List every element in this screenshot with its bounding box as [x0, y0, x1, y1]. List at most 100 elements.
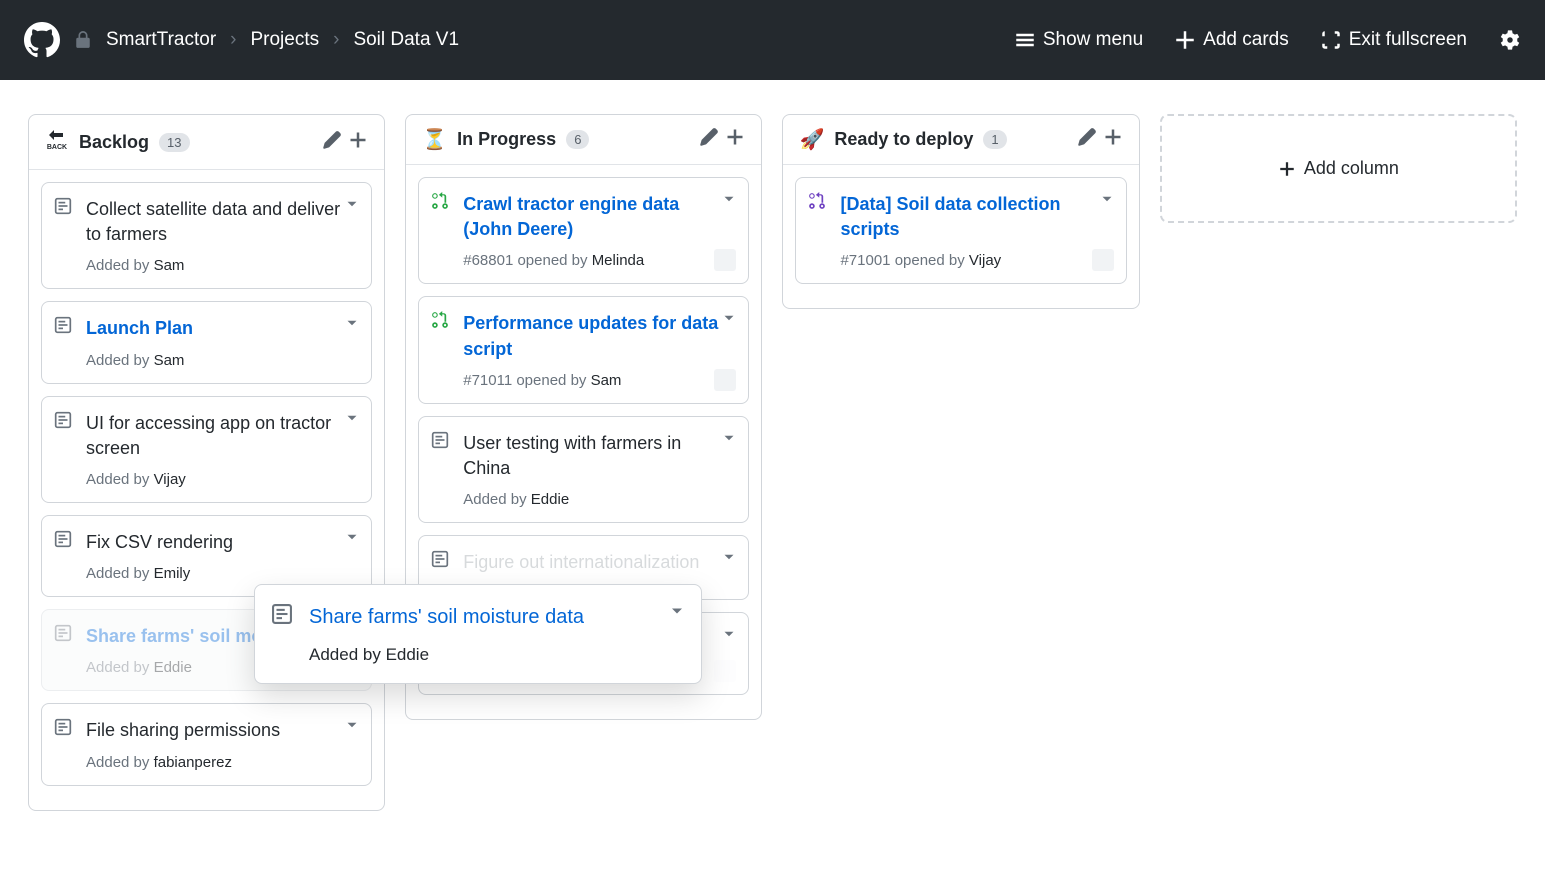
- column-title: In Progress 6: [457, 129, 689, 150]
- card-title: Launch Plan: [86, 316, 355, 341]
- card[interactable]: UI for accessing app on tractor screen A…: [41, 396, 372, 503]
- card-meta: Added by Vijay: [86, 471, 355, 488]
- card-meta: Added by Eddie: [463, 491, 732, 508]
- card-meta: #71011 opened by Sam: [463, 372, 732, 389]
- chevron-down-icon[interactable]: [343, 409, 361, 432]
- header-right: Show menu Add cards Exit fullscreen: [1015, 29, 1521, 51]
- column-body: Collect satellite data and deliver to fa…: [29, 170, 384, 810]
- chevron-down-icon[interactable]: [720, 625, 738, 648]
- breadcrumb-project-name[interactable]: Soil Data V1: [353, 29, 459, 51]
- card-meta: Added by Eddie: [309, 645, 683, 665]
- edit-column-button[interactable]: [699, 127, 719, 152]
- add-card-button[interactable]: [348, 130, 368, 155]
- chevron-down-icon[interactable]: [343, 314, 361, 337]
- column-body: [Data] Soil data collection scripts #710…: [783, 165, 1138, 308]
- card-title: UI for accessing app on tractor screen: [86, 411, 355, 461]
- card[interactable]: [Data] Soil data collection scripts #710…: [795, 177, 1126, 284]
- add-cards-button[interactable]: Add cards: [1175, 29, 1289, 51]
- svg-text:BACK: BACK: [47, 144, 67, 151]
- column-header: ⏳ In Progress 6: [406, 115, 761, 165]
- chevron-down-icon[interactable]: [1098, 190, 1116, 213]
- card-meta: #71001 opened by Vijay: [840, 252, 1109, 269]
- edit-column-button[interactable]: [322, 130, 342, 155]
- card[interactable]: Performance updates for data script #710…: [418, 296, 749, 403]
- breadcrumb-separator: ›: [230, 29, 236, 51]
- note-icon: [54, 197, 72, 220]
- column-title: Backlog 13: [79, 132, 312, 153]
- exit-fullscreen-button[interactable]: Exit fullscreen: [1321, 29, 1467, 51]
- chevron-down-icon[interactable]: [720, 548, 738, 571]
- edit-column-button[interactable]: [1077, 127, 1097, 152]
- card[interactable]: File sharing permissions Added by fabian…: [41, 703, 372, 785]
- pr-green-icon: [431, 192, 449, 215]
- note-icon: [54, 316, 72, 339]
- column-header: BACK Backlog 13: [29, 115, 384, 170]
- card-meta: Added by Sam: [86, 257, 355, 274]
- breadcrumb-projects[interactable]: Projects: [250, 29, 319, 51]
- chevron-down-icon[interactable]: [343, 195, 361, 218]
- column-emoji-icon: ⏳: [422, 127, 447, 152]
- column-count-badge: 6: [566, 130, 589, 149]
- dragging-card[interactable]: Share farms' soil moisture data Added by…: [254, 584, 702, 684]
- breadcrumb-separator: ›: [333, 29, 339, 51]
- card-title: Figure out internationalization: [463, 550, 732, 575]
- breadcrumb: SmartTractor › Projects › Soil Data V1: [74, 29, 459, 51]
- pr-purple-icon: [808, 192, 826, 215]
- label-swatch: [714, 660, 736, 682]
- card-title: Performance updates for data script: [463, 311, 732, 361]
- chevron-down-icon[interactable]: [720, 309, 738, 332]
- column-count-badge: 13: [159, 133, 189, 152]
- menu-icon: [1015, 30, 1035, 50]
- board: BACK Backlog 13 Collect satellite data a…: [0, 80, 1545, 870]
- card-title: Crawl tractor engine data (John Deere): [463, 192, 732, 242]
- card-title: [Data] Soil data collection scripts: [840, 192, 1109, 242]
- note-icon: [54, 624, 72, 647]
- settings-gear-icon[interactable]: [1499, 29, 1521, 51]
- plus-icon: [1175, 30, 1195, 50]
- label-swatch: [1092, 249, 1114, 271]
- column: BACK Backlog 13 Collect satellite data a…: [28, 114, 385, 811]
- add-card-button[interactable]: [1103, 127, 1123, 152]
- card[interactable]: Launch Plan Added by Sam: [41, 301, 372, 383]
- note-icon: [54, 718, 72, 741]
- chevron-down-icon[interactable]: [343, 716, 361, 739]
- show-menu-button[interactable]: Show menu: [1015, 29, 1143, 51]
- chevron-down-icon[interactable]: [720, 429, 738, 452]
- note-icon: [54, 411, 72, 434]
- header-left: SmartTractor › Projects › Soil Data V1: [24, 22, 1015, 58]
- note-icon: [431, 431, 449, 454]
- card-title: File sharing permissions: [86, 718, 355, 743]
- lock-icon: [74, 31, 92, 49]
- header: SmartTractor › Projects › Soil Data V1 S…: [0, 0, 1545, 80]
- card-title: Collect satellite data and deliver to fa…: [86, 197, 355, 247]
- card-meta: #68801 opened by Melinda: [463, 252, 732, 269]
- note-icon: [271, 603, 293, 630]
- add-card-button[interactable]: [725, 127, 745, 152]
- column-title: Ready to deploy 1: [834, 129, 1066, 150]
- card-title: Fix CSV rendering: [86, 530, 355, 555]
- column: 🚀 Ready to deploy 1 [Data] Soil data col…: [782, 114, 1139, 309]
- card-meta: Added by fabianperez: [86, 754, 355, 771]
- chevron-down-icon[interactable]: [720, 190, 738, 213]
- chevron-down-icon[interactable]: [343, 528, 361, 551]
- chevron-down-icon[interactable]: [667, 601, 687, 626]
- column-emoji-icon: BACK: [45, 127, 69, 157]
- add-column-button[interactable]: Add column: [1160, 114, 1517, 223]
- card[interactable]: User testing with farmers in China Added…: [418, 416, 749, 523]
- column-emoji-icon: 🚀: [799, 127, 824, 152]
- note-icon: [431, 550, 449, 573]
- github-logo-icon[interactable]: [24, 22, 60, 58]
- note-icon: [54, 530, 72, 553]
- card[interactable]: Collect satellite data and deliver to fa…: [41, 182, 372, 289]
- card-title: User testing with farmers in China: [463, 431, 732, 481]
- card[interactable]: Crawl tractor engine data (John Deere) #…: [418, 177, 749, 284]
- card-meta: Added by Emily: [86, 565, 355, 582]
- breadcrumb-repo[interactable]: SmartTractor: [106, 29, 216, 51]
- column-header: 🚀 Ready to deploy 1: [783, 115, 1138, 165]
- pr-green-icon: [431, 311, 449, 334]
- collapse-icon: [1321, 30, 1341, 50]
- column-count-badge: 1: [983, 130, 1006, 149]
- label-swatch: [714, 369, 736, 391]
- card-meta: Added by Sam: [86, 352, 355, 369]
- card-title: Share farms' soil moisture data: [309, 603, 683, 631]
